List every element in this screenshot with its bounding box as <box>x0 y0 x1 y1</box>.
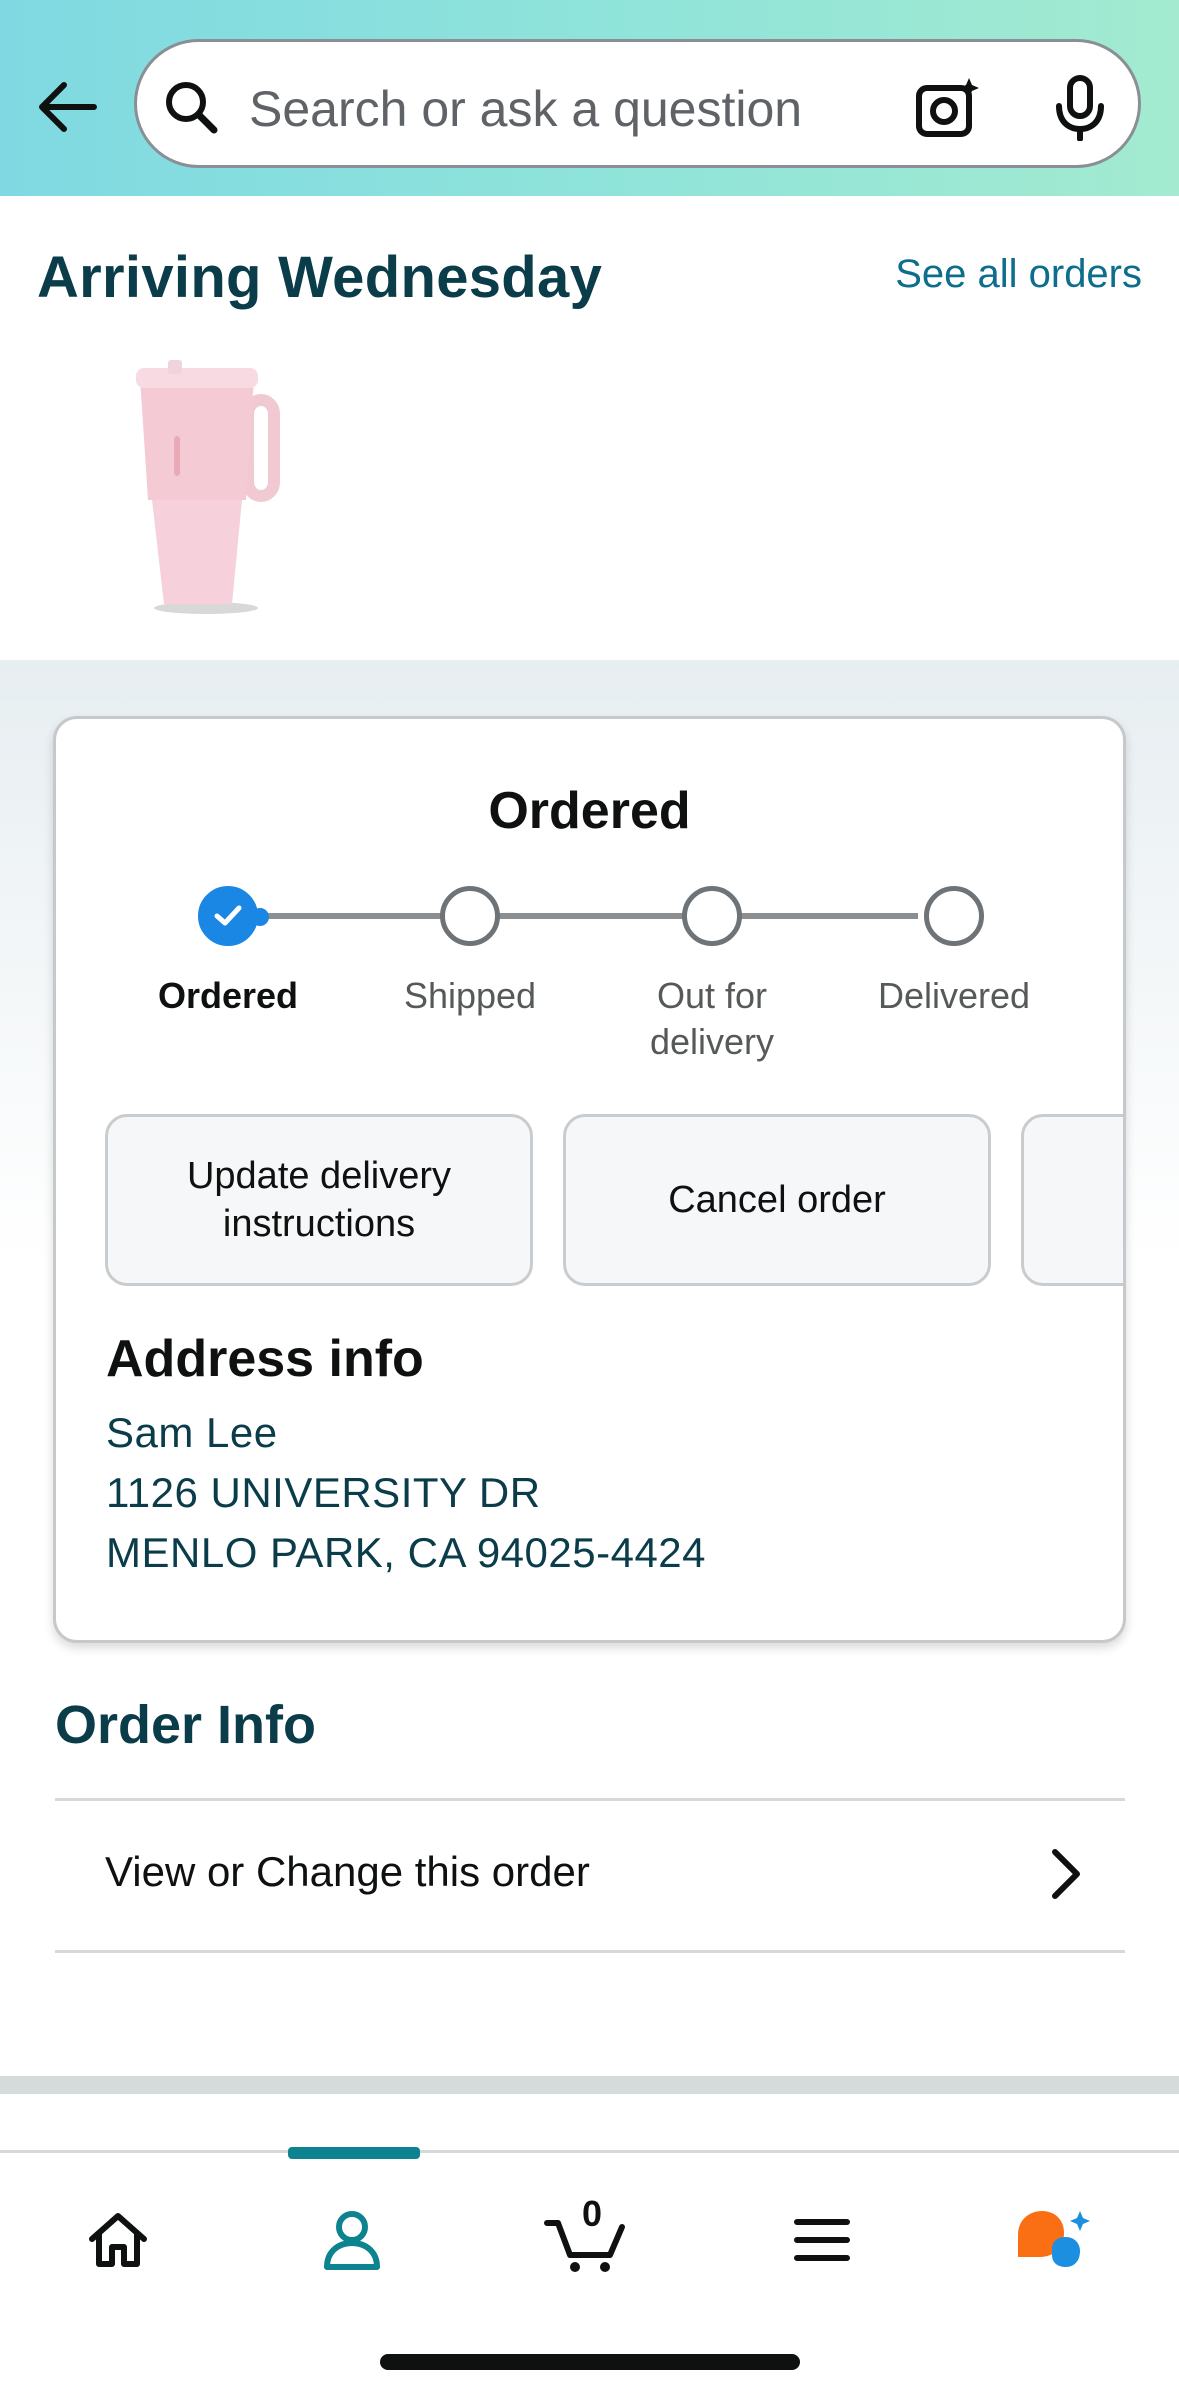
rufus-icon <box>1018 2211 1090 2267</box>
account-icon <box>324 2211 380 2270</box>
top-header: Search or ask a question <box>0 0 1179 196</box>
home-indicator <box>380 2354 800 2370</box>
product-image-tumbler[interactable] <box>128 360 288 620</box>
nav-cart-button[interactable]: 0 <box>538 2193 638 2285</box>
address-info-title: Address info <box>106 1330 424 1388</box>
view-change-order-row[interactable]: View or Change this order <box>55 1802 1125 1952</box>
nav-home-button[interactable] <box>68 2195 168 2285</box>
address-name: Sam Lee <box>106 1409 278 1456</box>
back-arrow-icon[interactable] <box>34 74 100 140</box>
active-tab-indicator <box>288 2147 420 2159</box>
search-input[interactable]: Search or ask a question <box>134 39 1141 168</box>
chevron-right-icon <box>1052 1849 1080 1899</box>
menu-icon <box>794 2219 850 2261</box>
cart-count-badge: 0 <box>582 2193 603 2234</box>
address-line-1: 1126 UNIVERSITY DR <box>106 1469 541 1516</box>
search-placeholder: Search or ask a question <box>249 81 803 137</box>
arriving-title: Arriving Wednesday <box>37 245 603 310</box>
step-ordered-check-icon <box>198 886 258 946</box>
order-status-card: Ordered Ordered Shipped Out for delivery… <box>53 716 1126 1643</box>
address-line-2: MENLO PARK, CA 94025-4424 <box>106 1529 707 1576</box>
nav-rufus-button[interactable] <box>1004 2195 1104 2285</box>
section-separator <box>0 2076 1179 2094</box>
nav-account-button[interactable] <box>302 2195 402 2285</box>
step-shipped-circle <box>440 886 500 946</box>
next-action-button-partial[interactable] <box>1021 1114 1123 1286</box>
nav-menu-button[interactable] <box>772 2195 872 2285</box>
cancel-order-button[interactable]: Cancel order <box>563 1114 991 1286</box>
camera-lens-icon[interactable] <box>913 74 981 142</box>
microphone-icon[interactable] <box>1051 75 1109 141</box>
see-all-orders-link[interactable]: See all orders <box>895 252 1142 297</box>
step-label-ordered: Ordered <box>157 975 299 1016</box>
update-delivery-instructions-label: Update delivery instructions <box>186 1155 452 1245</box>
status-title: Ordered <box>488 782 691 840</box>
cancel-order-label: Cancel order <box>668 1179 886 1221</box>
step-label-out-for-delivery: Out for delivery <box>649 975 775 1062</box>
order-info-title: Order Info <box>55 1695 317 1755</box>
step-delivered-circle <box>924 886 984 946</box>
search-icon <box>166 82 218 134</box>
home-icon <box>89 2213 147 2267</box>
progress-dot <box>251 908 269 926</box>
divider <box>55 1798 1125 1801</box>
progress-track <box>228 913 918 919</box>
view-change-order-label: View or Change this order <box>105 1848 590 1895</box>
update-delivery-instructions-button[interactable]: Update delivery instructions <box>105 1114 533 1286</box>
step-label-delivered: Delivered <box>877 975 1031 1016</box>
step-label-shipped: Shipped <box>403 975 537 1016</box>
step-out-for-delivery-circle <box>682 886 742 946</box>
divider <box>55 1950 1125 1953</box>
